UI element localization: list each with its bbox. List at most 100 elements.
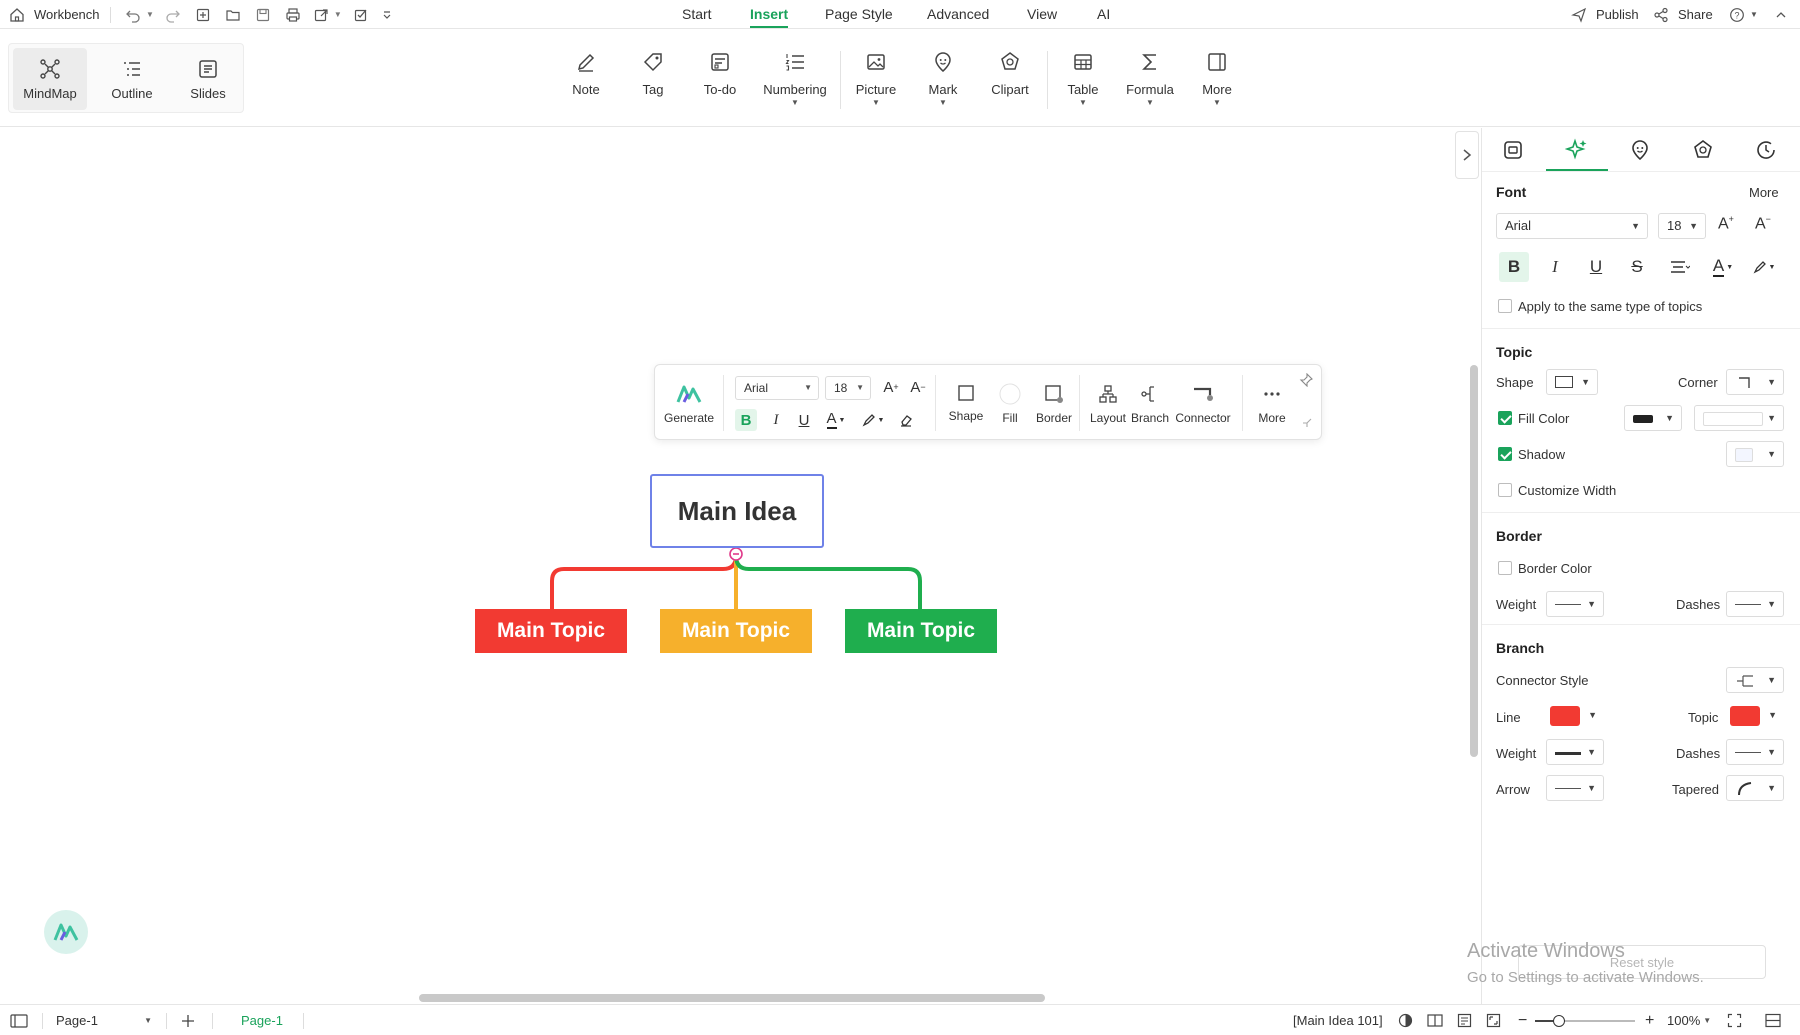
page-select[interactable]: Page-1 ▼	[56, 1005, 152, 1035]
fit-page-icon[interactable]	[1486, 1013, 1501, 1028]
connector-style-select[interactable]: ▼	[1726, 667, 1784, 693]
clear-format-icon[interactable]	[895, 409, 917, 431]
font-size-value: 18	[834, 381, 848, 395]
divider	[212, 1013, 213, 1029]
book-view-icon[interactable]	[1427, 1013, 1443, 1028]
sidebar-toggle-icon[interactable]	[10, 1005, 28, 1035]
bold-icon[interactable]: B	[735, 409, 757, 431]
main-topic-red[interactable]: Main Topic	[475, 609, 627, 653]
arrow-style-icon	[1555, 788, 1581, 789]
shape-label: Shape	[948, 409, 984, 423]
border-label: Border	[1035, 411, 1073, 425]
generate-button[interactable]: Generate	[663, 383, 715, 425]
align-icon[interactable]	[1663, 252, 1697, 282]
font-shrink-icon[interactable]: A−	[1755, 214, 1771, 233]
underline-icon[interactable]: U	[1581, 252, 1611, 282]
border-weight-select[interactable]: ▼	[1546, 591, 1604, 617]
branch-dashes-select[interactable]: ▼	[1726, 739, 1784, 765]
outline-view-icon[interactable]	[1457, 1013, 1472, 1028]
panel-tab-mark[interactable]	[1609, 128, 1671, 171]
zoom-in-icon[interactable]: +	[1645, 1005, 1654, 1035]
font-grow-icon[interactable]: A+	[1718, 214, 1734, 233]
zoom-slider-track[interactable]	[1535, 1015, 1635, 1027]
pin-icon[interactable]	[1299, 373, 1313, 387]
chevron-down-icon: ▼	[1587, 783, 1596, 793]
tapered-select[interactable]: ▼	[1726, 775, 1784, 801]
shadow-checkbox[interactable]	[1498, 447, 1512, 461]
border-button[interactable]: Border	[1029, 383, 1079, 425]
highlight-icon[interactable]: ▼	[1747, 252, 1781, 282]
help-button[interactable]: ? ▼	[1726, 0, 1758, 29]
line-color-select[interactable]: ▼	[1546, 703, 1604, 729]
arrow-select[interactable]: ▼	[1546, 775, 1604, 801]
corner-select[interactable]: ▼	[1726, 369, 1784, 395]
fill-button[interactable]: Fill	[989, 383, 1031, 425]
shadow-select[interactable]: ▼	[1726, 441, 1784, 467]
font-family-value: Arial	[744, 381, 769, 395]
collapse-ribbon-icon[interactable]	[1770, 4, 1792, 26]
zoom-slider-thumb[interactable]	[1553, 1015, 1565, 1027]
chevron-down-icon: ▼	[1703, 1016, 1712, 1025]
highlight-icon[interactable]: ▼	[858, 409, 888, 431]
font-color-icon[interactable]: A ▼	[821, 409, 851, 431]
border-dashes-select[interactable]: ▼	[1726, 591, 1784, 617]
apply-same-checkbox[interactable]	[1498, 299, 1512, 313]
main-topic-orange[interactable]: Main Topic	[660, 609, 812, 653]
chevron-down-icon: ▼	[1767, 377, 1776, 387]
italic-icon[interactable]: I	[1540, 252, 1570, 282]
dash-style-icon	[1735, 752, 1761, 753]
font-color-icon[interactable]: A ▼	[1706, 252, 1740, 282]
main-idea-topic[interactable]: Main Idea	[650, 474, 824, 548]
font-family-select[interactable]: Arial ▼	[735, 376, 819, 400]
fullscreen-icon[interactable]	[1727, 1005, 1742, 1035]
emoji-mark-icon	[1632, 139, 1648, 160]
split-view-icon[interactable]	[1765, 1005, 1781, 1035]
border-color-checkbox[interactable]	[1498, 561, 1512, 575]
font-size-select[interactable]: 18 ▼	[1658, 213, 1706, 239]
customize-width-label: Customize Width	[1518, 483, 1617, 498]
font-more-link[interactable]: More	[1749, 185, 1779, 200]
zoom-level-select[interactable]: 100% ▼	[1667, 1005, 1711, 1035]
customize-width-checkbox[interactable]	[1498, 483, 1512, 497]
resize-icon[interactable]	[1301, 417, 1313, 429]
topic-color-select[interactable]: ▼	[1726, 703, 1784, 729]
publish-button[interactable]: Publish	[1568, 0, 1639, 29]
vertical-scrollbar[interactable]	[1470, 365, 1478, 757]
bold-icon[interactable]: B	[1499, 252, 1529, 282]
chevron-down-icon: ▼	[1588, 710, 1597, 720]
topic-shape-select[interactable]: ▼	[1546, 369, 1598, 395]
panel-tab-clipart[interactable]	[1672, 128, 1734, 171]
theme-icon[interactable]	[1398, 1013, 1413, 1028]
connector-button[interactable]: Connector	[1171, 383, 1235, 425]
share-button[interactable]: Share	[1650, 0, 1713, 29]
font-shrink-icon[interactable]: A−	[907, 376, 929, 398]
fill-gradient-select[interactable]: ▼	[1694, 405, 1784, 431]
chevron-down-icon: ▼	[804, 383, 812, 392]
font-family-select[interactable]: Arial ▼	[1496, 213, 1648, 239]
svg-text:?: ?	[1734, 10, 1739, 20]
page-tab[interactable]: Page-1	[241, 1005, 283, 1035]
zoom-out-icon[interactable]: −	[1518, 1005, 1527, 1035]
branch-button[interactable]: Branch	[1127, 383, 1173, 425]
add-page-icon[interactable]	[180, 1005, 196, 1035]
branch-weight-select[interactable]: ▼	[1546, 739, 1604, 765]
shape-button[interactable]: Shape	[941, 383, 991, 423]
strikethrough-icon[interactable]: S	[1622, 252, 1652, 282]
main-topic-green[interactable]: Main Topic	[845, 609, 997, 653]
chevron-down-icon: ▼	[1689, 221, 1698, 231]
font-grow-icon[interactable]: A+	[880, 376, 902, 398]
more-format-button[interactable]: More	[1247, 383, 1297, 425]
panel-tab-history[interactable]	[1735, 128, 1797, 171]
layout-button[interactable]: Layout	[1083, 383, 1133, 425]
horizontal-scrollbar[interactable]	[419, 994, 1045, 1002]
italic-icon[interactable]: I	[765, 409, 787, 431]
fill-color-select[interactable]: ▼	[1624, 405, 1682, 431]
panel-tab-style[interactable]	[1482, 128, 1544, 171]
font-size-select[interactable]: 18 ▼	[825, 376, 871, 400]
fill-color-checkbox[interactable]	[1498, 411, 1512, 425]
panel-tab-ai[interactable]	[1546, 128, 1608, 171]
generate-label: Generate	[663, 411, 715, 425]
underline-icon[interactable]: U	[793, 409, 815, 431]
corner-label: Corner	[1678, 375, 1718, 390]
ai-assistant-button[interactable]	[44, 910, 88, 954]
